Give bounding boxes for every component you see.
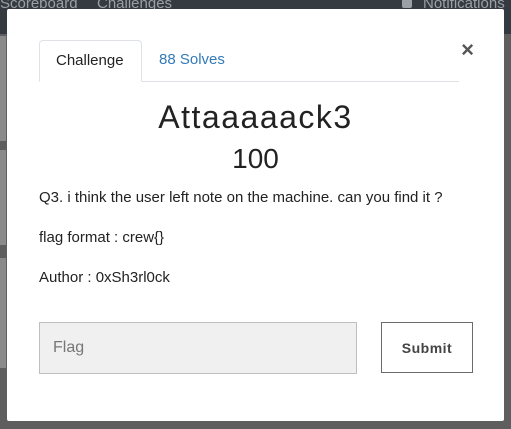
challenge-description-author: Author : 0xSh3rl0ck bbox=[39, 269, 170, 286]
flag-input[interactable] bbox=[39, 322, 357, 374]
tab-solves[interactable]: 88 Solves bbox=[143, 40, 241, 81]
challenge-value: 100 bbox=[232, 143, 279, 174]
challenge-description-question: Q3. i think the user left note on the ma… bbox=[39, 189, 443, 206]
modal-tabs: Challenge 88 Solves bbox=[39, 40, 459, 82]
challenge-title: Attaaaaack3 bbox=[158, 99, 353, 135]
backdrop-card bbox=[0, 258, 6, 368]
backdrop-card bbox=[0, 150, 6, 245]
challenge-modal: Challenge 88 Solves × Attaaaaack3 100 Q3… bbox=[7, 9, 504, 421]
bell-icon[interactable] bbox=[402, 0, 412, 8]
submit-button[interactable]: Submit bbox=[381, 322, 473, 373]
challenge-description-flag-format: flag format : crew{} bbox=[39, 229, 165, 246]
tab-challenge[interactable]: Challenge bbox=[39, 40, 142, 82]
backdrop-card bbox=[0, 36, 6, 141]
close-icon[interactable]: × bbox=[461, 39, 474, 61]
